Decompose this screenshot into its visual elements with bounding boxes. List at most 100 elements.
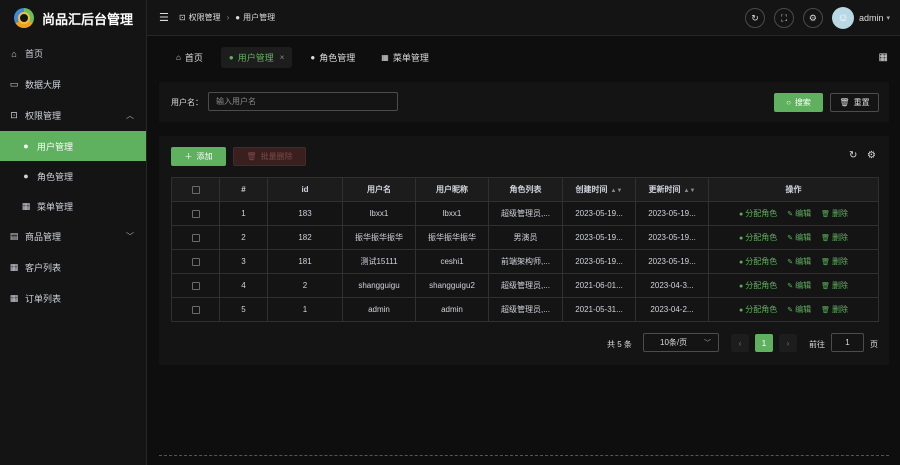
cell-username: admin bbox=[342, 297, 416, 322]
cell-actions: ● 分配角色 ✎ 编辑 🗑 删除 bbox=[708, 249, 879, 274]
row-checkbox[interactable] bbox=[191, 257, 200, 266]
username-search-input[interactable] bbox=[208, 92, 398, 111]
sidebar-item-screen[interactable]: ▭ 数据大屏 bbox=[0, 69, 146, 100]
user-name[interactable]: admin bbox=[859, 13, 884, 23]
fullscreen-button[interactable]: ⛶ bbox=[773, 8, 794, 28]
edit-button[interactable]: ✎ 编辑 bbox=[787, 209, 811, 218]
refresh-button[interactable]: ↻ bbox=[744, 8, 765, 28]
tab-home[interactable]: ⌂ 首页 bbox=[168, 47, 211, 68]
reset-button[interactable]: 🗑 重置 bbox=[830, 93, 879, 112]
sidebar-item-goods[interactable]: ▤ 商品管理 ﹀ bbox=[0, 221, 146, 252]
delete-button[interactable]: 🗑 删除 bbox=[821, 209, 848, 218]
row-checkbox[interactable] bbox=[191, 281, 200, 290]
assign-role-button[interactable]: ● 分配角色 bbox=[739, 233, 777, 242]
search-button[interactable]: ○ 搜索 bbox=[774, 93, 823, 112]
page-size-value: 10条/页 bbox=[660, 338, 688, 347]
trash-icon: 🗑 bbox=[821, 307, 830, 314]
assign-role-button[interactable]: ● 分配角色 bbox=[739, 305, 777, 314]
top-header: ☰ ⊡ 权限管理 › ● 用户管理 ↻ ⛶ ⚙ ☺ admin ▾ bbox=[147, 0, 900, 36]
row-checkbox[interactable] bbox=[191, 233, 200, 242]
next-page-button[interactable]: › bbox=[779, 334, 797, 352]
screen-icon: ▭ bbox=[9, 79, 19, 89]
tab-role-manage[interactable]: ● 角色管理 bbox=[302, 47, 363, 68]
delete-label: 删除 bbox=[832, 233, 848, 242]
tabs-more-icon[interactable]: ▦ bbox=[879, 52, 888, 63]
cell-index: 5 bbox=[219, 297, 268, 322]
delete-button[interactable]: 🗑 删除 bbox=[821, 281, 848, 290]
user-icon: ● bbox=[739, 307, 744, 314]
sidebar-item-label: 角色管理 bbox=[37, 171, 74, 182]
goto-page-input[interactable]: 1 bbox=[831, 333, 864, 352]
cell-index: 3 bbox=[219, 249, 268, 274]
chevron-down-icon[interactable]: ▾ bbox=[886, 14, 890, 22]
user-icon: ● bbox=[235, 13, 241, 22]
delete-button[interactable]: 🗑 删除 bbox=[821, 233, 848, 242]
prev-page-button[interactable]: ‹ bbox=[731, 334, 749, 352]
sidebar-item-user-manage[interactable]: ● 用户管理 bbox=[0, 131, 146, 161]
row-checkbox-cell bbox=[171, 273, 220, 298]
tab-label: 用户管理 bbox=[237, 52, 274, 63]
edit-button[interactable]: ✎ 编辑 bbox=[787, 233, 811, 242]
avatar[interactable]: ☺ bbox=[831, 7, 854, 29]
sidebar: 尚品汇后台管理 ⌂ 首页 ▭ 数据大屏 ⊡ 权限管理 ︿ ● 用户管理 ● 角色… bbox=[0, 0, 147, 465]
lock-icon: ⊡ bbox=[10, 110, 18, 120]
cell-created: 2023-05-19... bbox=[562, 225, 636, 250]
delete-button[interactable]: 🗑 删除 bbox=[821, 305, 848, 314]
edit-button[interactable]: ✎ 编辑 bbox=[787, 281, 811, 290]
sidebar-item-label: 商品管理 bbox=[25, 232, 62, 242]
table-row: 2 182 振华振华振华 振华振华振华 男演员 2023-05-19... 2023-05-… bbox=[171, 225, 879, 250]
settings-button[interactable]: ⚙ bbox=[802, 8, 823, 28]
cell-nickname: lbxx1 bbox=[415, 201, 489, 226]
breadcrumb-item[interactable]: 权限管理 bbox=[189, 12, 221, 23]
user-icon: ● bbox=[23, 141, 29, 151]
batch-delete-button[interactable]: 🗑 批量删除 bbox=[233, 147, 306, 166]
sort-icon[interactable]: ▲▼ bbox=[611, 188, 623, 194]
sidebar-item-orders[interactable]: ▦ 订单列表 bbox=[0, 283, 146, 314]
edit-button[interactable]: ✎ 编辑 bbox=[787, 257, 811, 266]
gear-icon[interactable]: ⚙ bbox=[867, 150, 876, 161]
page-number-button[interactable]: 1 bbox=[755, 334, 773, 352]
cell-actions: ● 分配角色 ✎ 编辑 🗑 删除 bbox=[708, 201, 879, 226]
sort-icon[interactable]: ▲▼ bbox=[684, 188, 696, 194]
row-checkbox-cell bbox=[171, 297, 220, 322]
assign-role-label: 分配角色 bbox=[745, 209, 778, 218]
assign-role-button[interactable]: ● 分配角色 bbox=[739, 281, 777, 290]
close-icon[interactable]: × bbox=[280, 53, 285, 62]
add-user-button[interactable]: ＋ 添加 bbox=[171, 147, 226, 166]
edit-icon: ✎ bbox=[787, 283, 794, 290]
edit-icon: ✎ bbox=[787, 235, 794, 242]
breadcrumb-item: 用户管理 bbox=[243, 13, 276, 22]
tab-user-manage[interactable]: ● 用户管理 × bbox=[220, 46, 293, 68]
sidebar-item-role-manage[interactable]: ● 角色管理 bbox=[0, 161, 146, 191]
page-size-select[interactable]: 10条/页 ﹀ bbox=[643, 333, 719, 352]
delete-button[interactable]: 🗑 删除 bbox=[821, 257, 848, 266]
sidebar-item-home[interactable]: ⌂ 首页 bbox=[0, 38, 146, 69]
cell-username: 振华振华振华 bbox=[342, 225, 416, 250]
select-all-checkbox-cell bbox=[171, 177, 220, 202]
reset-button-label: 重置 bbox=[853, 98, 870, 107]
table-body: 1 183 lbxx1 lbxx1 超级管理员,... 2023-05-19... 2023… bbox=[171, 201, 879, 322]
refresh-icon[interactable]: ↻ bbox=[849, 150, 857, 161]
assign-role-button[interactable]: ● 分配角色 bbox=[739, 209, 777, 218]
sidebar-menu: ⌂ 首页 ▭ 数据大屏 ⊡ 权限管理 ︿ ● 用户管理 ● 角色管理 ▦ 菜单管… bbox=[0, 38, 146, 314]
assign-role-label: 分配角色 bbox=[745, 305, 778, 314]
row-checkbox[interactable] bbox=[191, 209, 200, 218]
column-header-sortable[interactable]: 创建时间 ▲▼ bbox=[562, 177, 636, 202]
cell-nickname: 振华振华振华 bbox=[415, 225, 489, 250]
delete-label: 删除 bbox=[832, 305, 848, 314]
sidebar-item-permission[interactable]: ⊡ 权限管理 ︿ bbox=[0, 100, 146, 131]
cell-username: shangguigu bbox=[342, 273, 416, 298]
user-icon: ● bbox=[23, 171, 29, 181]
column-header-sortable[interactable]: 更新时间 ▲▼ bbox=[635, 177, 709, 202]
sidebar-item-customers[interactable]: ▦ 客户列表 bbox=[0, 252, 146, 283]
select-all-checkbox[interactable] bbox=[191, 185, 200, 194]
row-checkbox[interactable] bbox=[191, 305, 200, 314]
edit-button[interactable]: ✎ 编辑 bbox=[787, 305, 811, 314]
sidebar-item-menu-manage[interactable]: ▦ 菜单管理 bbox=[0, 191, 146, 221]
edit-icon: ✎ bbox=[787, 307, 794, 314]
goto-label: 前往 bbox=[809, 340, 825, 349]
assign-role-button[interactable]: ● 分配角色 bbox=[739, 257, 777, 266]
tab-menu-manage[interactable]: ▦ 菜单管理 bbox=[373, 47, 437, 68]
user-icon: ● bbox=[310, 52, 316, 62]
menu-fold-icon[interactable]: ☰ bbox=[159, 11, 169, 24]
